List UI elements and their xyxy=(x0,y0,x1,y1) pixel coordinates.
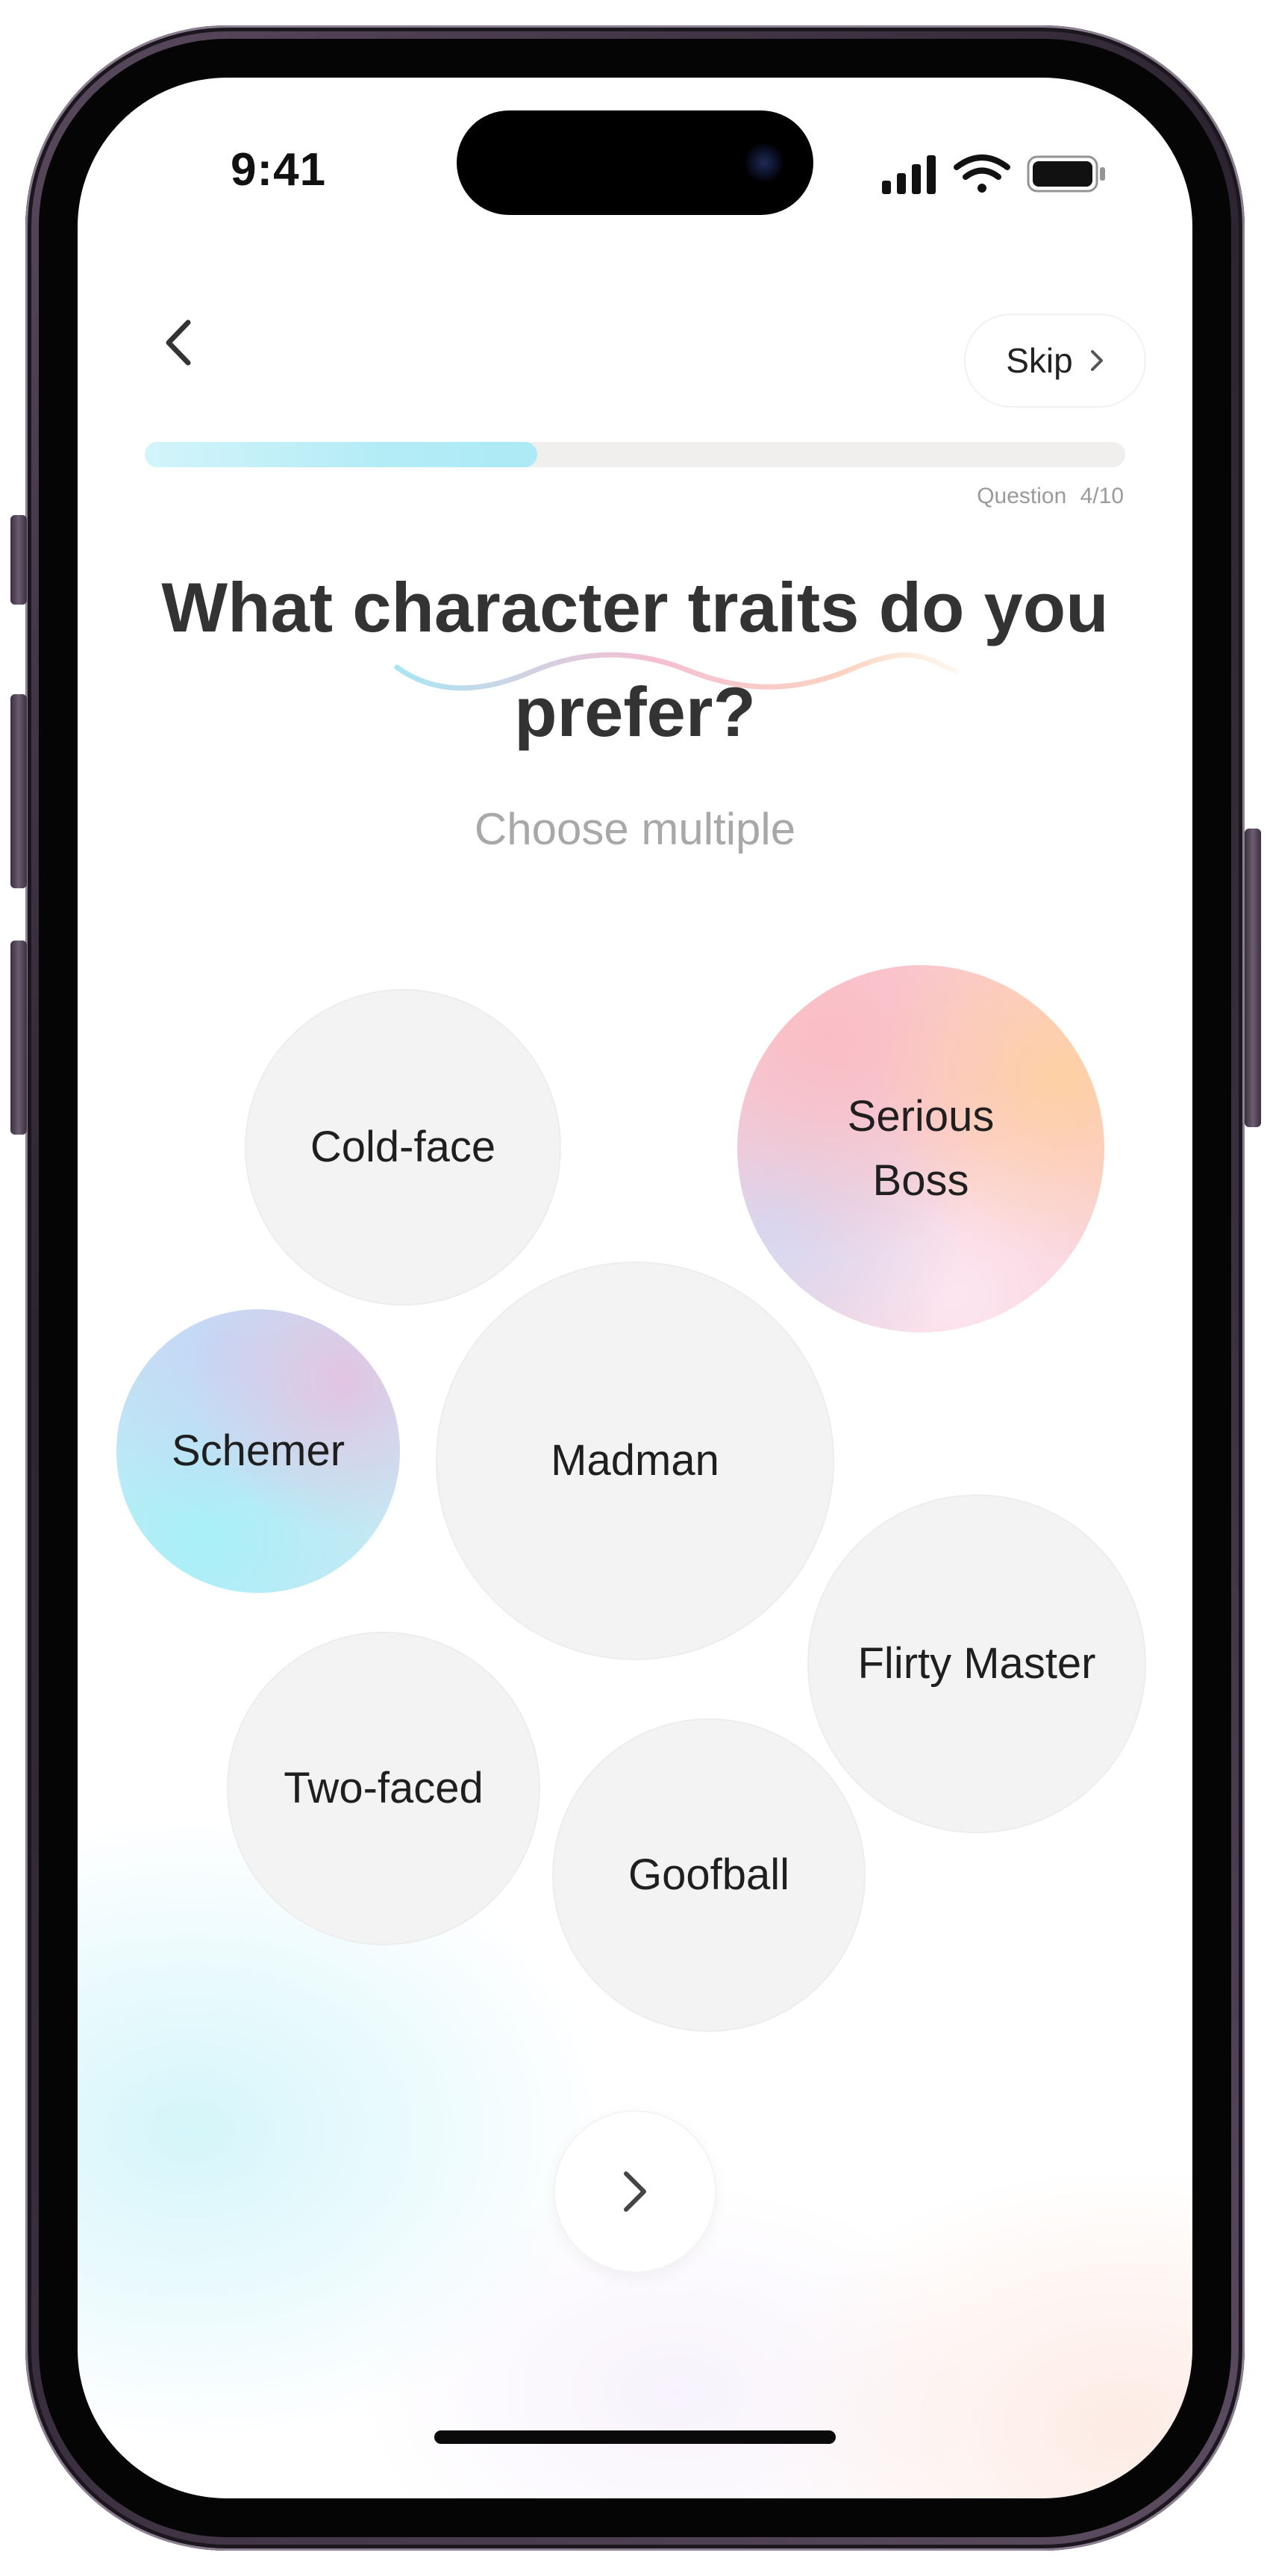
cellular-signal-icon xyxy=(882,155,936,194)
option-label: Cold-face xyxy=(310,1123,496,1171)
status-time: 9:41 xyxy=(231,144,327,196)
option-two-faced[interactable]: Two-faced xyxy=(227,1632,540,1945)
battery-icon xyxy=(1027,155,1105,193)
page: 9:41 Skip Question 4/10 What character t… xyxy=(0,0,1270,2576)
option-label: Schemer xyxy=(171,1426,345,1475)
underline-squiggle xyxy=(394,652,960,691)
option-label: Goofball xyxy=(628,1850,790,1899)
next-button[interactable] xyxy=(554,2110,716,2273)
progress-label: Question 4/10 xyxy=(977,484,1124,508)
volume-down-button xyxy=(10,941,27,1135)
chevron-left-icon xyxy=(166,319,191,366)
front-camera xyxy=(745,143,783,182)
home-indicator xyxy=(434,2430,836,2444)
option-label: Serious Boss xyxy=(847,1092,995,1205)
option-label: Two-faced xyxy=(284,1764,484,1812)
chevron-right-icon xyxy=(624,2171,646,2212)
status-icons xyxy=(879,152,1118,197)
question-subtitle: Choose multiple xyxy=(474,804,796,854)
option-label: Flirty Master xyxy=(857,1639,1096,1688)
option-serious-boss[interactable]: Serious Boss xyxy=(737,965,1104,1332)
wifi-icon xyxy=(954,155,1010,193)
option-flirty-master[interactable]: Flirty Master xyxy=(807,1494,1146,1833)
screen: 9:41 Skip Question 4/10 What character t… xyxy=(78,78,1192,2498)
volume-up-button xyxy=(10,694,27,888)
skip-label: Skip xyxy=(1006,341,1073,380)
dynamic-island xyxy=(457,110,813,215)
back-button[interactable] xyxy=(137,302,219,384)
progress-bar xyxy=(145,442,1125,467)
power-button xyxy=(1245,829,1261,1127)
progress-fill xyxy=(145,442,537,467)
option-goofball[interactable]: Goofball xyxy=(552,1718,866,2032)
skip-button[interactable]: Skip xyxy=(964,314,1146,408)
option-cold-face[interactable]: Cold-face xyxy=(245,989,561,1306)
option-schemer[interactable]: Schemer xyxy=(116,1309,400,1593)
option-madman[interactable]: Madman xyxy=(436,1262,834,1660)
option-label: Madman xyxy=(551,1436,719,1485)
action-button xyxy=(10,515,27,605)
chevron-right-icon xyxy=(1090,350,1103,371)
